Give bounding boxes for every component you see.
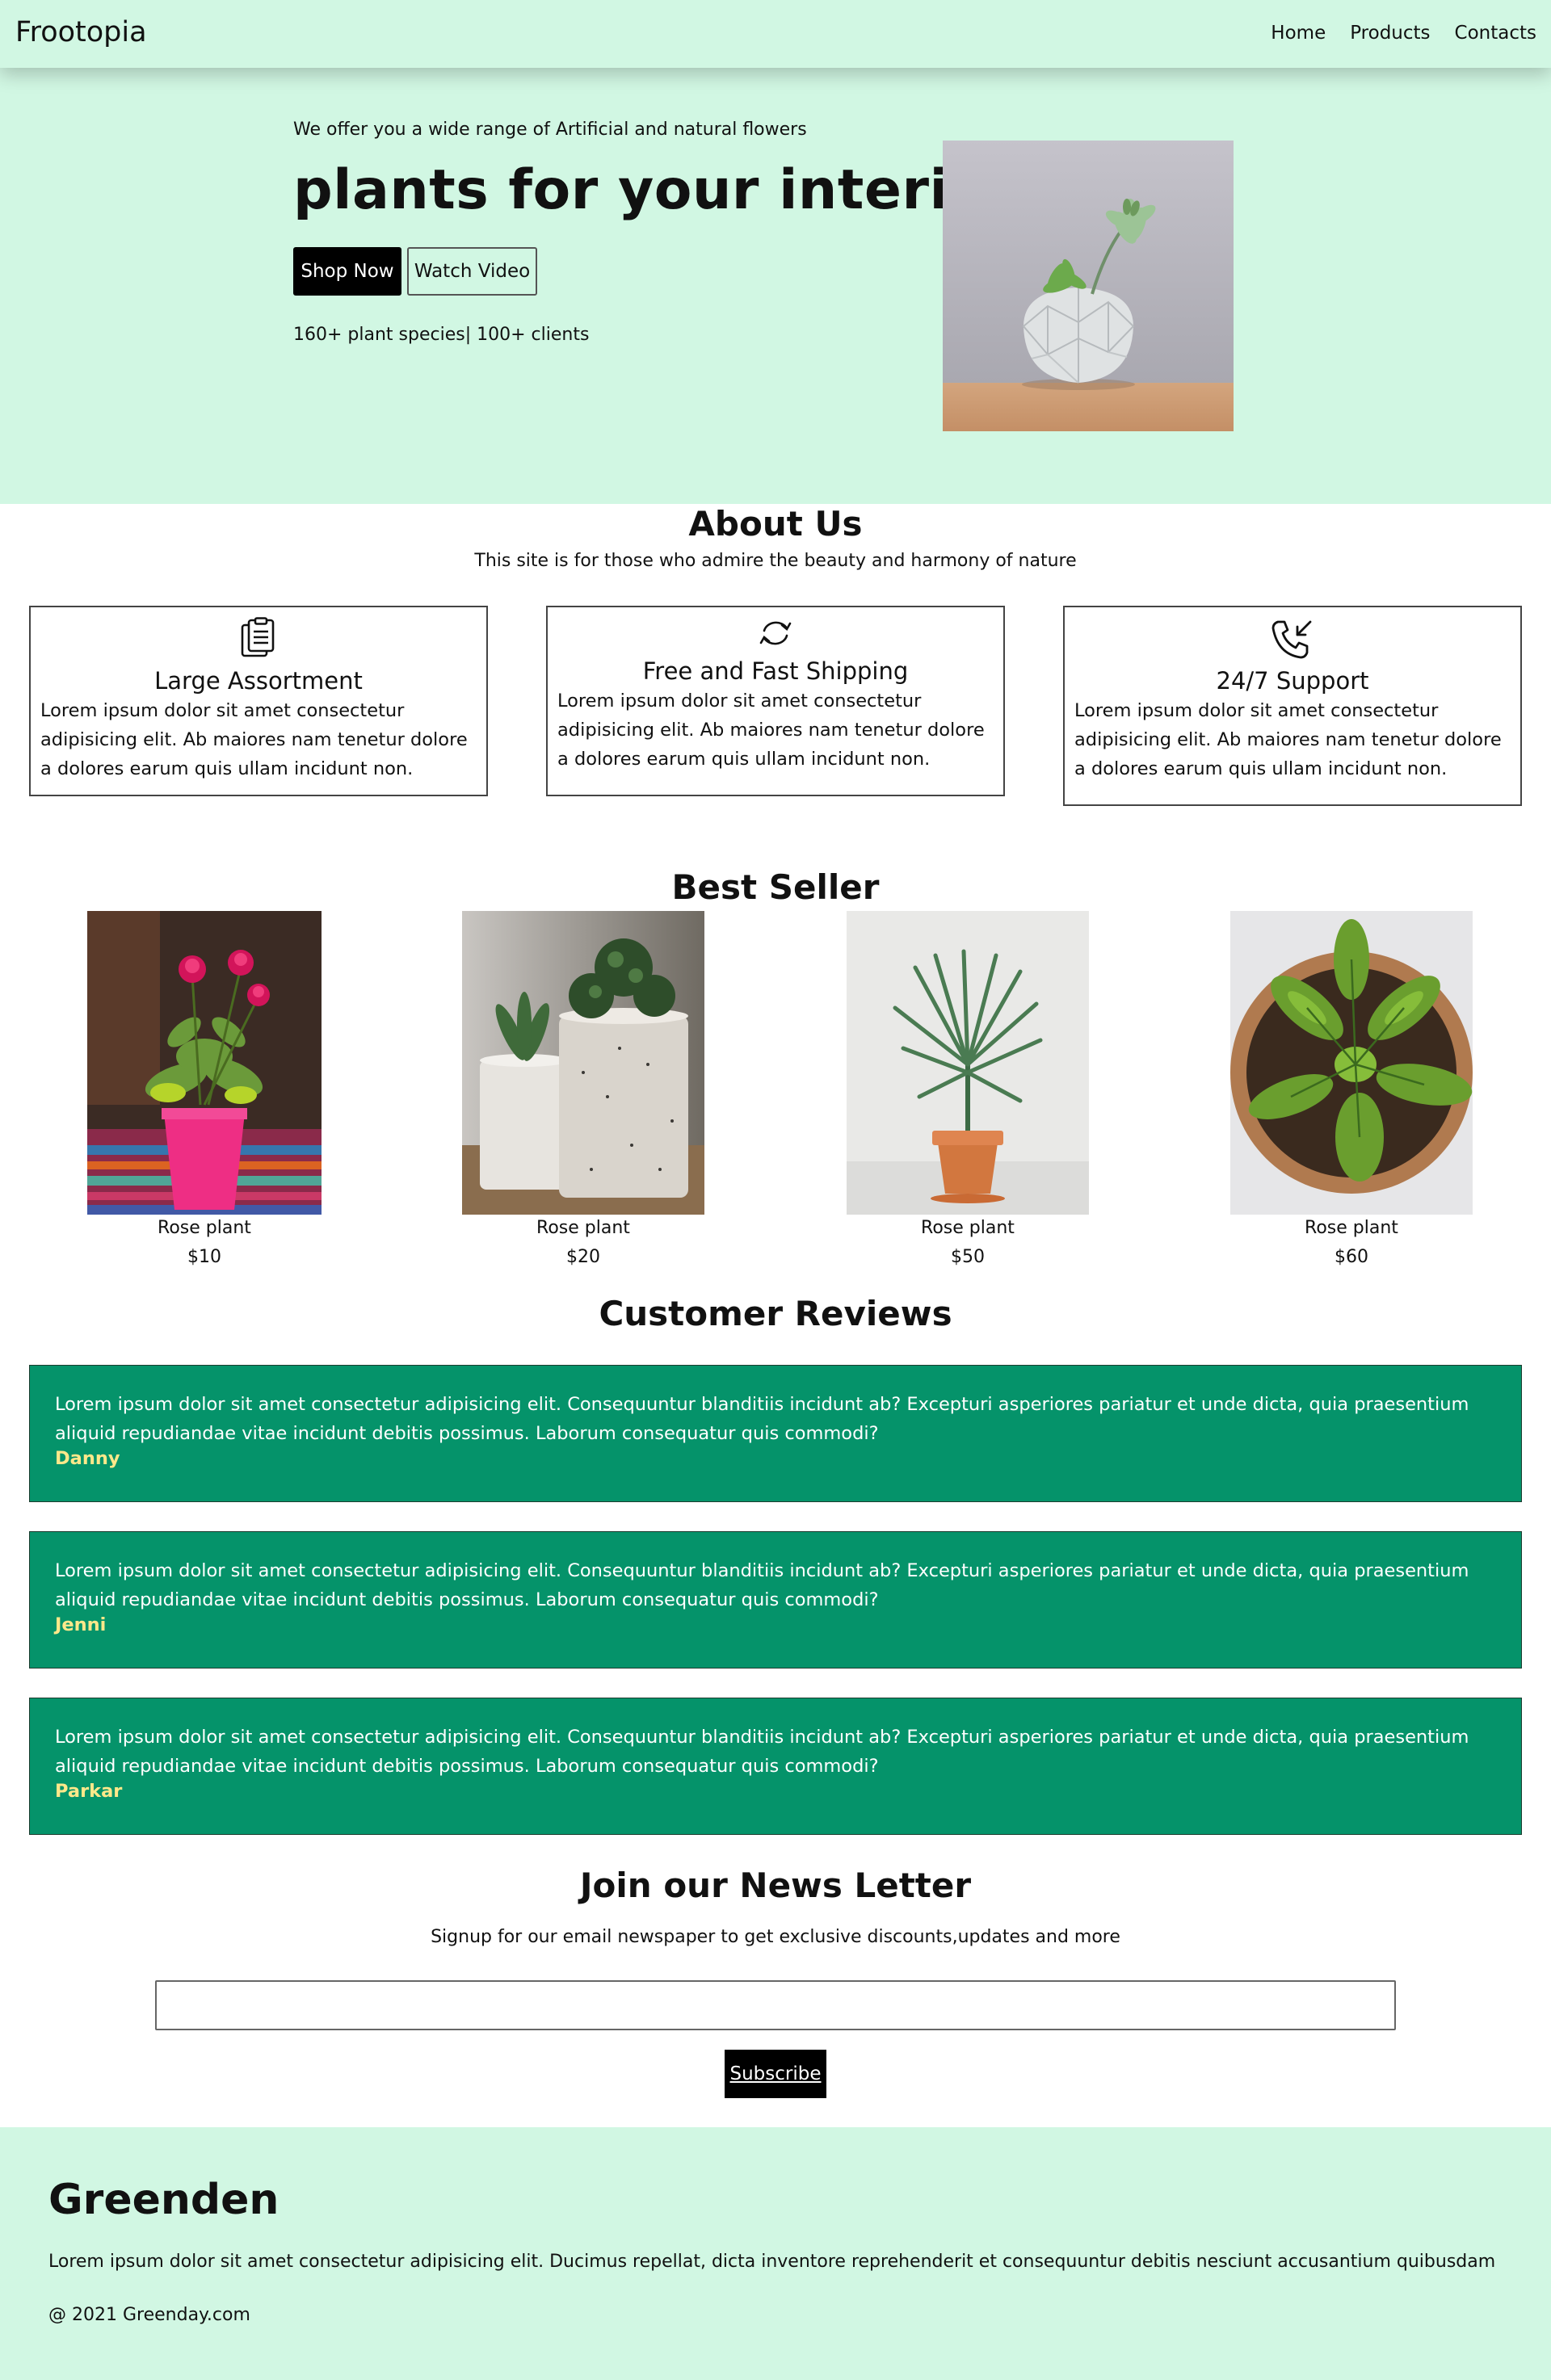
review-text: Lorem ipsum dolor sit amet consectetur a…: [55, 1394, 1469, 1444]
hero-section: We offer you a wide range of Artificial …: [0, 68, 1551, 504]
hero-stats: 160+ plant species| 100+ clients: [293, 325, 590, 345]
hero-subtitle: We offer you a wide range of Artificial …: [293, 120, 807, 140]
review-text: Lorem ipsum dolor sit amet consectetur a…: [55, 1560, 1469, 1610]
nav-link-contacts[interactable]: Contacts: [1455, 23, 1536, 44]
footer-text: Lorem ipsum dolor sit amet consectetur a…: [48, 2252, 1496, 2272]
feature-title: Free and Fast Shipping: [642, 657, 909, 685]
feature-text: Lorem ipsum dolor sit amet consectetur a…: [557, 690, 985, 770]
navbar: Frootopia Home Products Contacts: [0, 0, 1551, 68]
reviews-title: Customer Reviews: [599, 1294, 952, 1333]
product-image[interactable]: [87, 911, 322, 1215]
footer-copyright: @ 2021 Greenday.com: [48, 2305, 250, 2325]
shop-now-button[interactable]: Shop Now: [293, 247, 401, 296]
product-price: $10: [187, 1247, 221, 1267]
newsletter-subtitle: Signup for our email newspaper to get ex…: [431, 1927, 1120, 1947]
feature-text: Lorem ipsum dolor sit amet consectetur a…: [1074, 700, 1502, 779]
product-price: $20: [566, 1247, 600, 1267]
feature-card-shipping: Free and Fast Shipping Lorem ipsum dolor…: [546, 606, 1005, 796]
product-image[interactable]: [462, 911, 704, 1215]
refresh-icon: [758, 617, 793, 653]
product-image[interactable]: [1230, 911, 1473, 1215]
review-card: Lorem ipsum dolor sit amet consectetur a…: [29, 1365, 1522, 1502]
about-title: About Us: [688, 504, 863, 544]
hero-plant-image: [943, 141, 1234, 431]
newsletter-title: Join our News Letter: [579, 1866, 972, 1905]
nav-link-products[interactable]: Products: [1350, 23, 1430, 44]
product-name: Rose plant: [1305, 1218, 1398, 1238]
watch-video-button[interactable]: Watch Video: [407, 247, 537, 296]
product-name: Rose plant: [158, 1218, 251, 1238]
feature-text: Lorem ipsum dolor sit amet consectetur a…: [40, 700, 468, 779]
footer-title: Greenden: [48, 2176, 280, 2224]
phone-incoming-icon: [1270, 617, 1315, 665]
product-image[interactable]: [847, 911, 1089, 1215]
review-author: Danny: [55, 1448, 120, 1469]
review-author: Parkar: [55, 1781, 123, 1802]
nav-links: Home Products Contacts: [1271, 23, 1536, 44]
about-subtitle: This site is for those who admire the be…: [474, 551, 1077, 571]
hero-title: plants for your interior: [293, 158, 1015, 222]
feature-title: 24/7 Support: [1216, 667, 1369, 695]
product-name: Rose plant: [921, 1218, 1015, 1238]
review-text: Lorem ipsum dolor sit amet consectetur a…: [55, 1727, 1469, 1777]
email-field[interactable]: [155, 1980, 1396, 2030]
feature-title: Large Assortment: [154, 667, 363, 695]
product-price: $60: [1335, 1247, 1368, 1267]
best-seller-title: Best Seller: [671, 867, 880, 907]
clipboard-icon: [239, 617, 278, 662]
subscribe-button[interactable]: Subscribe: [725, 2050, 826, 2098]
review-card: Lorem ipsum dolor sit amet consectetur a…: [29, 1698, 1522, 1835]
nav-link-home[interactable]: Home: [1271, 23, 1326, 44]
review-card: Lorem ipsum dolor sit amet consectetur a…: [29, 1531, 1522, 1669]
footer: Greenden Lorem ipsum dolor sit amet cons…: [0, 2127, 1551, 2380]
review-author: Jenni: [55, 1614, 107, 1635]
product-price: $50: [951, 1247, 985, 1267]
feature-card-support: 24/7 Support Lorem ipsum dolor sit amet …: [1063, 606, 1522, 806]
feature-card-assortment: Large Assortment Lorem ipsum dolor sit a…: [29, 606, 488, 796]
product-name: Rose plant: [536, 1218, 630, 1238]
brand-logo[interactable]: Frootopia: [15, 16, 147, 48]
